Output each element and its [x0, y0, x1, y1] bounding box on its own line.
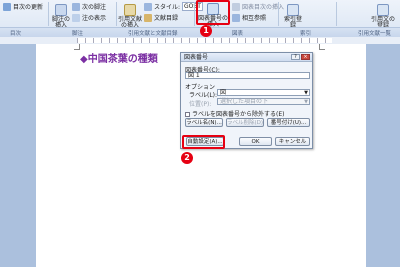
group-label-footnotes: 脚注: [72, 31, 84, 37]
notes-icon: [72, 13, 80, 22]
update-icon: [3, 2, 11, 11]
help-icon[interactable]: ?: [291, 54, 300, 60]
ok-button[interactable]: OK: [239, 137, 272, 146]
cross-reference-icon: [232, 13, 240, 22]
delete-label-button[interactable]: ラベル削除(D): [226, 118, 264, 127]
cross-reference-button[interactable]: 相互参照: [232, 13, 266, 22]
document-heading: ◆中国茶葉の種類: [80, 54, 158, 65]
exclude-label-checkbox[interactable]: ラベルを図表番号から除外する(E): [185, 109, 284, 118]
position-label: 位置(P):: [189, 101, 212, 108]
ruler-scale: [77, 38, 332, 43]
table-of-figures-icon: [232, 2, 240, 11]
insert-footnote-button[interactable]: 脚注の挿入: [52, 4, 70, 29]
crop-mark: [319, 44, 325, 50]
show-notes-button[interactable]: 注の表示: [72, 13, 106, 22]
bibliography-button[interactable]: 文献目録: [144, 13, 178, 22]
next-footnote-icon: [72, 2, 80, 11]
checkbox[interactable]: [185, 112, 190, 117]
close-icon[interactable]: ×: [301, 54, 310, 60]
index-icon: [287, 4, 299, 16]
group-label-toa: 引用文献一覧: [358, 31, 392, 37]
dialog-title: 図表番号: [184, 54, 209, 61]
group-label-citations: 引用文献と文献目録: [128, 31, 178, 37]
group-label-index: 索引: [300, 31, 312, 37]
caption-button-highlight: [196, 0, 230, 25]
mark-entry-button[interactable]: 索引登録: [282, 4, 304, 29]
chevron-down-icon: ▼: [304, 90, 308, 96]
position-select[interactable]: 選択した項目の下 ▼: [217, 98, 310, 105]
cancel-button[interactable]: キャンセル: [275, 137, 310, 146]
new-label-button[interactable]: ラベル名(N)...: [185, 118, 223, 127]
label-select[interactable]: 図 ▼: [217, 89, 310, 96]
group-label-captions: 図表: [232, 31, 244, 37]
numbering-button[interactable]: 番号付け(U)...: [267, 118, 310, 127]
citation-icon: [124, 4, 136, 16]
next-footnote-button[interactable]: 次の脚注: [72, 2, 106, 11]
style-icon: [144, 2, 152, 11]
dialog-titlebar: 図表番号 ? ×: [181, 53, 312, 62]
footnote-icon: [55, 4, 67, 16]
mark-citation-icon: [377, 4, 389, 16]
separator: [278, 2, 279, 26]
toc-update-button[interactable]: 目次の更新: [3, 2, 43, 11]
mark-citation-button[interactable]: 引用文の登録: [370, 4, 396, 29]
group-label-toc: 目次: [10, 31, 22, 37]
label-label: ラベル(L):: [189, 92, 218, 99]
bibliography-icon: [144, 13, 152, 22]
step-1-badge: 1: [200, 25, 212, 37]
chevron-down-icon: ▼: [304, 99, 308, 105]
separator: [194, 2, 195, 26]
separator: [336, 2, 337, 26]
step-2-badge: 2: [181, 152, 193, 164]
separator: [48, 2, 49, 26]
separator: [116, 2, 117, 26]
horizontal-ruler[interactable]: [0, 37, 400, 44]
insert-citation-button[interactable]: 引用文献の挿入: [118, 4, 142, 29]
insert-table-of-figures-button[interactable]: 図表目次の挿入: [232, 2, 284, 11]
autocaption-button-highlight: [182, 135, 225, 149]
caption-input[interactable]: 図 1: [185, 72, 310, 79]
